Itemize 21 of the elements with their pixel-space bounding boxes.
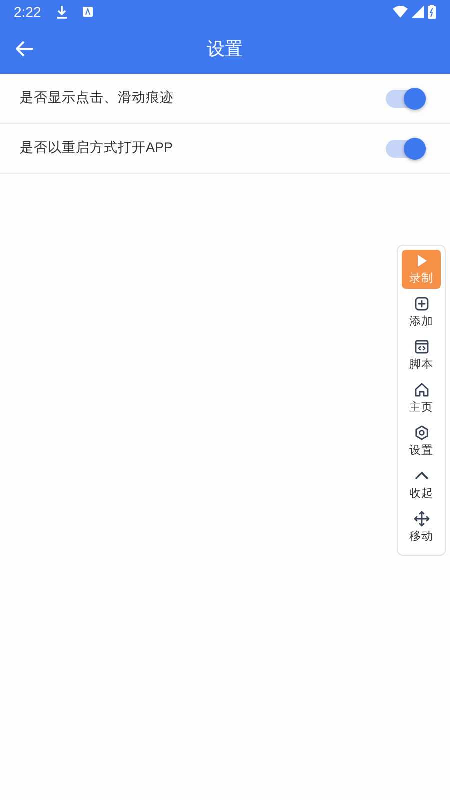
toolbar-button[interactable]: 脚本 <box>402 336 441 379</box>
battery-icon <box>428 5 436 19</box>
toolbar-button[interactable]: 收起 <box>402 465 441 508</box>
toolbar-button[interactable]: 设置 <box>402 422 441 465</box>
status-time: 2:22 <box>14 2 42 22</box>
add-icon <box>414 296 430 312</box>
setting-label: 是否以重启方式打开APP <box>20 139 174 158</box>
setting-label: 是否显示点击、滑动痕迹 <box>20 89 174 108</box>
back-icon[interactable] <box>16 41 34 57</box>
toolbar-button[interactable]: 主页 <box>402 379 441 422</box>
toolbar-button[interactable]: 添加 <box>402 293 441 336</box>
download-icon <box>57 6 68 18</box>
page-title: 设置 <box>207 38 243 60</box>
toolbar-button[interactable]: 移动 <box>402 508 441 551</box>
home-icon <box>414 382 430 398</box>
settings-icon <box>414 425 430 441</box>
move-icon <box>414 511 430 527</box>
notification-icon <box>83 7 94 17</box>
signal-icon <box>412 6 424 18</box>
wifi-icon <box>393 6 408 18</box>
code-icon <box>414 339 430 355</box>
